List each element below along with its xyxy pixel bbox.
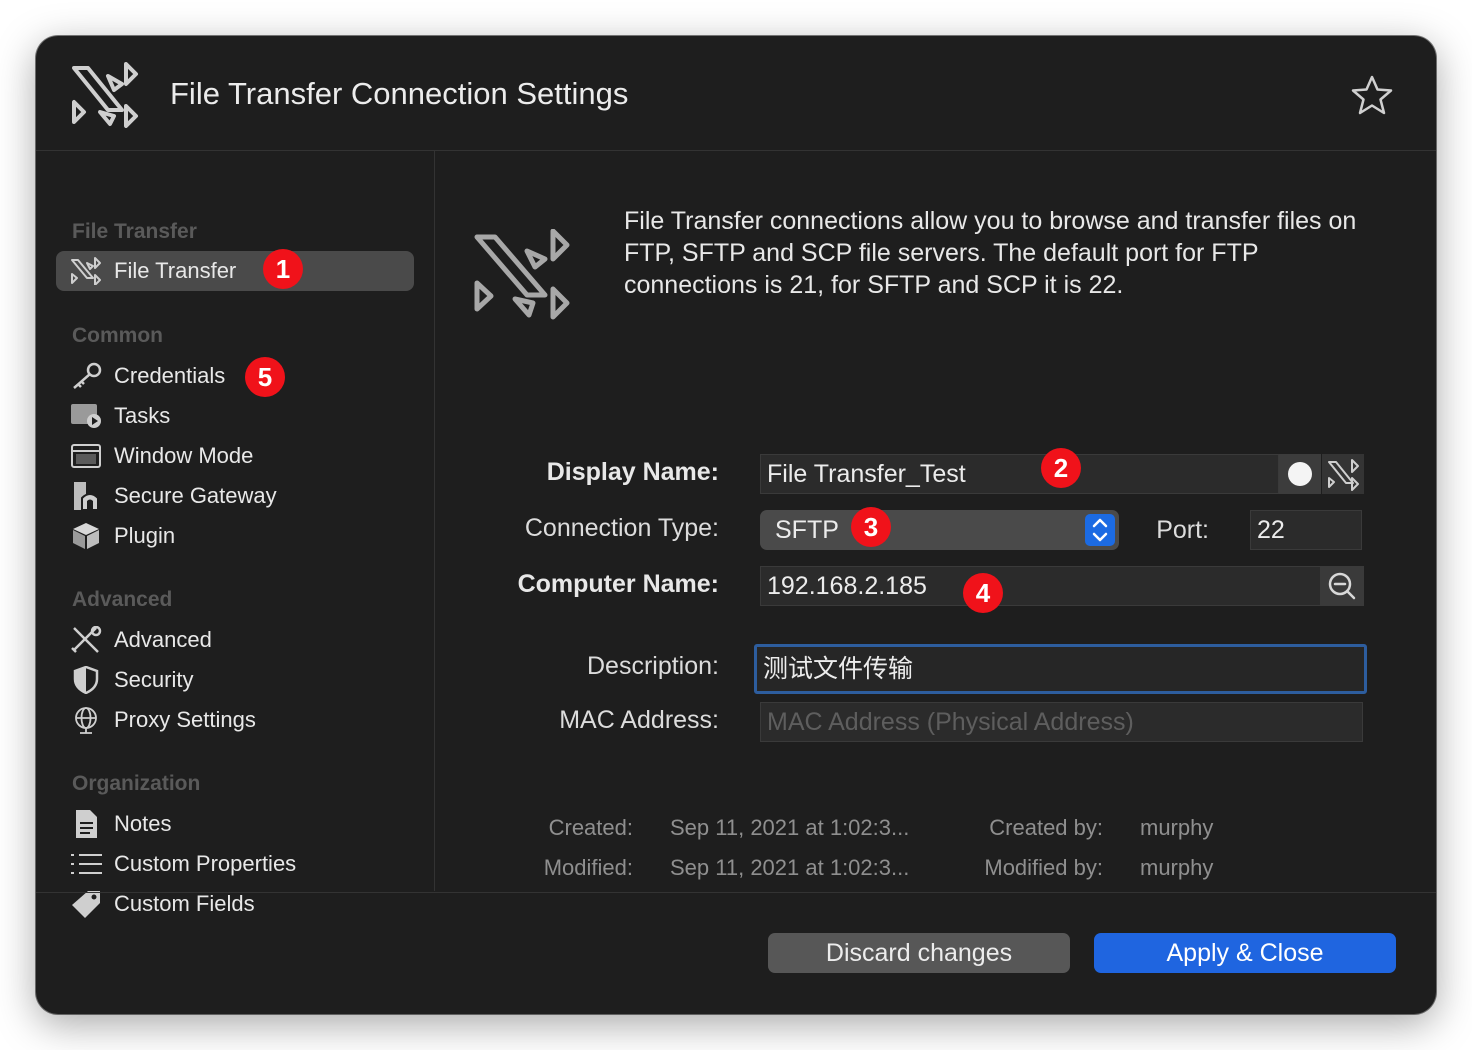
sidebar-item-label: Notes	[114, 811, 172, 836]
sidebar-item-advanced[interactable]: Advanced	[56, 620, 414, 660]
sidebar-item-label: Security	[114, 667, 194, 692]
favorite-star-icon[interactable]	[1350, 74, 1394, 116]
section-file-transfer: File Transfer	[72, 220, 197, 243]
sidebar-item-tasks[interactable]: Tasks	[56, 396, 414, 436]
description-label: Description:	[587, 652, 719, 680]
sidebar-item-secure-gateway[interactable]: Secure Gateway	[56, 476, 414, 516]
connection-type-label: Connection Type:	[524, 514, 719, 542]
file-transfer-icon	[1328, 459, 1359, 491]
discard-changes-button[interactable]: Discard changes	[768, 933, 1070, 973]
sidebar-item-label: Advanced	[114, 627, 212, 652]
mac-address-label: MAC Address:	[559, 706, 719, 734]
display-name-icon-button[interactable]	[1322, 454, 1364, 494]
display-name-input[interactable]: File Transfer_Test	[760, 454, 1279, 494]
created-by-label: Created by:	[989, 815, 1103, 840]
created-label: Created:	[548, 815, 633, 840]
magnifier-icon	[1328, 572, 1356, 600]
section-advanced: Advanced	[72, 588, 173, 611]
port-label: Port:	[1156, 516, 1209, 544]
sidebar-item-label: Tasks	[114, 403, 171, 428]
sidebar-item-window-mode[interactable]: Window Mode	[56, 436, 414, 476]
sidebar-item-label: Credentials	[114, 363, 226, 388]
globe-icon	[75, 707, 97, 734]
color-dot-icon	[1288, 462, 1312, 486]
footer-bar: Discard changes Apply & Close	[36, 892, 1436, 1014]
sidebar-item-label: Secure Gateway	[114, 483, 277, 508]
connection-type-value: SFTP	[775, 516, 839, 544]
apply-close-button[interactable]: Apply & Close	[1094, 933, 1396, 973]
section-organization: Organization	[72, 772, 201, 795]
sidebar-item-security[interactable]: Security	[56, 660, 414, 700]
computer-name-label: Computer Name:	[517, 570, 719, 598]
sidebar-item-label: File Transfer	[114, 258, 237, 283]
gateway-icon	[74, 482, 99, 510]
tasks-icon	[71, 404, 101, 428]
annotation-badge-2: 2	[1041, 448, 1081, 488]
plugin-cube-icon	[73, 523, 99, 549]
annotation-badge-3: 3	[851, 507, 891, 547]
mac-address-input[interactable]: MAC Address (Physical Address)	[760, 702, 1363, 742]
sidebar-item-credentials[interactable]: Credentials	[56, 356, 414, 396]
sidebar-item-label: Plugin	[114, 523, 176, 548]
modified-by-value: murphy	[1140, 855, 1214, 880]
annotation-badge-1: 1	[263, 249, 303, 289]
annotation-badge-5: 5	[245, 357, 285, 397]
display-name-color-button[interactable]	[1279, 454, 1321, 494]
file-transfer-large-icon	[474, 229, 570, 320]
sidebar-item-file-transfer[interactable]: File Transfer	[56, 251, 414, 291]
annotation-badge-4: 4	[963, 573, 1003, 613]
document-icon	[76, 810, 97, 838]
port-input[interactable]: 22	[1250, 510, 1362, 550]
modified-label: Modified:	[543, 855, 633, 880]
file-transfer-icon	[72, 62, 138, 128]
main-panel: File Transfer connections allow you to b…	[435, 151, 1436, 891]
window-title: File Transfer Connection Settings	[170, 76, 629, 111]
sidebar-item-label: Window Mode	[114, 443, 254, 468]
shield-icon	[73, 666, 99, 694]
settings-window: File Transfer Connection Settings File T…	[36, 36, 1436, 1014]
description-input[interactable]: 测试文件传输	[754, 644, 1367, 694]
sidebar-item-label: Proxy Settings	[114, 707, 256, 732]
window-header: File Transfer Connection Settings	[36, 36, 1436, 151]
window-icon	[71, 444, 101, 468]
created-value: Sep 11, 2021 at 1:02:3...	[670, 815, 910, 840]
computer-name-input[interactable]: 192.168.2.185	[760, 566, 1321, 606]
created-by-value: murphy	[1140, 815, 1214, 840]
computer-search-button[interactable]	[1321, 566, 1364, 606]
sidebar-item-plugin[interactable]: Plugin	[56, 516, 414, 556]
sidebar-item-proxy-settings[interactable]: Proxy Settings	[56, 700, 414, 740]
sidebar-item-custom-properties[interactable]: Custom Properties	[56, 844, 414, 884]
sidebar-item-notes[interactable]: Notes	[56, 804, 414, 844]
modified-by-label: Modified by:	[984, 855, 1103, 880]
tools-icon	[71, 626, 102, 653]
section-common: Common	[72, 324, 163, 347]
modified-value: Sep 11, 2021 at 1:02:3...	[670, 855, 910, 880]
file-transfer-icon	[71, 257, 101, 285]
sidebar: File Transfer File Transfer Common Crede…	[36, 151, 435, 918]
sidebar-item-label: Custom Properties	[114, 851, 297, 876]
display-name-label: Display Name:	[546, 458, 719, 486]
key-icon	[73, 362, 102, 389]
intro-description: File Transfer connections allow you to b…	[624, 207, 1357, 299]
list-icon	[71, 854, 102, 874]
